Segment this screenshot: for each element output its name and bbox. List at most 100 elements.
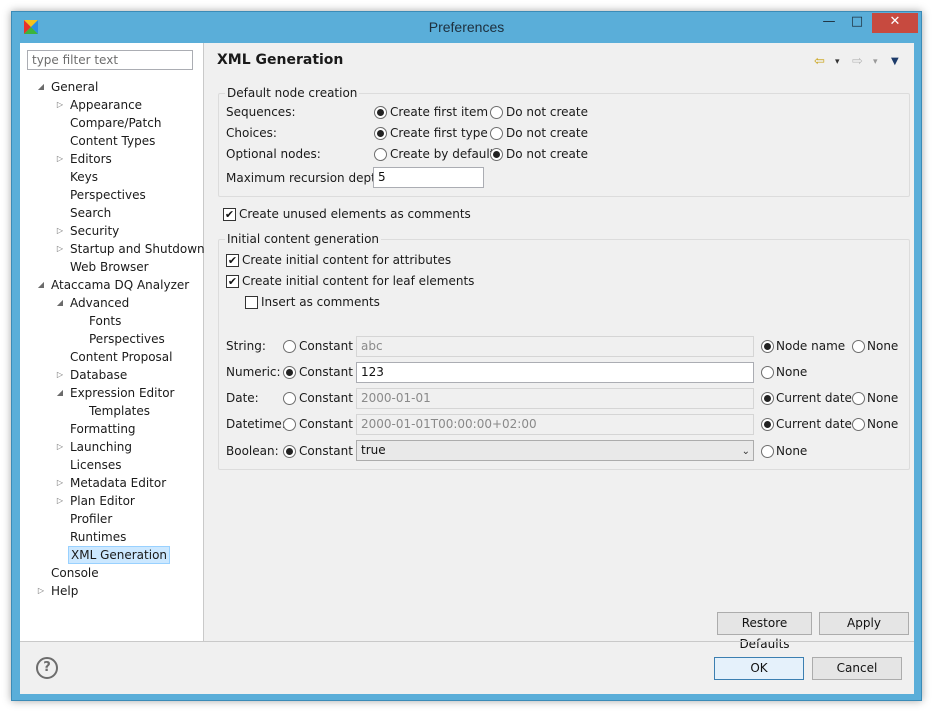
collapsed-arrow-icon[interactable]: ▷ bbox=[36, 582, 46, 600]
cancel-button[interactable]: Cancel bbox=[812, 657, 902, 680]
create-unused-comments-checkbox[interactable]: ✔ bbox=[223, 208, 236, 221]
boolean-value-combo[interactable]: true ⌄ bbox=[356, 440, 754, 461]
tree-item-content-proposal[interactable]: Content Proposal bbox=[20, 348, 204, 366]
date-none-label[interactable]: None bbox=[867, 390, 898, 406]
collapsed-arrow-icon[interactable]: ▷ bbox=[55, 222, 65, 240]
collapsed-arrow-icon[interactable]: ▷ bbox=[55, 492, 65, 510]
choices-do-not-create-radio[interactable] bbox=[490, 127, 503, 140]
tree-item-launching[interactable]: ▷ Launching bbox=[20, 438, 204, 456]
date-none-radio[interactable] bbox=[852, 392, 865, 405]
insert-as-comments-label[interactable]: Insert as comments bbox=[261, 294, 380, 310]
close-button[interactable]: ✕ bbox=[872, 13, 918, 33]
expanded-arrow-icon[interactable]: ◢ bbox=[55, 294, 65, 312]
tree-item-compare-patch[interactable]: Compare/Patch bbox=[20, 114, 204, 132]
tree-item-profiler[interactable]: Profiler bbox=[20, 510, 204, 528]
date-value-input[interactable]: 2000-01-01 bbox=[356, 388, 754, 409]
attributes-content-label[interactable]: Create initial content for attributes bbox=[242, 252, 451, 268]
tree-item-security[interactable]: ▷ Security bbox=[20, 222, 204, 240]
sequences-do-not-create-radio[interactable] bbox=[490, 106, 503, 119]
tree-item-metadata-editor[interactable]: ▷ Metadata Editor bbox=[20, 474, 204, 492]
expanded-arrow-icon[interactable]: ◢ bbox=[55, 384, 65, 402]
sequences-do-not-create-label[interactable]: Do not create bbox=[506, 104, 588, 120]
boolean-none-label[interactable]: None bbox=[776, 443, 807, 459]
insert-as-comments-checkbox[interactable] bbox=[245, 296, 258, 309]
title-bar[interactable]: Preferences — □ ✕ bbox=[12, 12, 921, 42]
tree-item-editors[interactable]: ▷ Editors bbox=[20, 150, 204, 168]
tree-item-fonts[interactable]: Fonts bbox=[20, 312, 204, 330]
datetime-value-input[interactable]: 2000-01-01T00:00:00+02:00 bbox=[356, 414, 754, 435]
tree-item-xml-generation[interactable]: XML Generation bbox=[20, 546, 204, 564]
tree-item-runtimes[interactable]: Runtimes bbox=[20, 528, 204, 546]
tree-item-general[interactable]: ◢ General bbox=[20, 78, 204, 96]
minimize-button[interactable]: — bbox=[816, 13, 842, 33]
tree-item-console[interactable]: Console bbox=[20, 564, 204, 582]
tree-item-content-types[interactable]: Content Types bbox=[20, 132, 204, 150]
tree-item-database[interactable]: ▷ Database bbox=[20, 366, 204, 384]
numeric-none-radio[interactable] bbox=[761, 366, 774, 379]
tree-item-licenses[interactable]: Licenses bbox=[20, 456, 204, 474]
optional-create-by-default-radio[interactable] bbox=[374, 148, 387, 161]
tree-item-perspectives[interactable]: Perspectives bbox=[20, 186, 204, 204]
date-current-date-radio[interactable] bbox=[761, 392, 774, 405]
restore-defaults-button[interactable]: Restore Defaults bbox=[717, 612, 812, 651]
datetime-none-radio[interactable] bbox=[852, 418, 865, 431]
datetime-current-date-label[interactable]: Current date bbox=[776, 416, 852, 432]
string-none-radio[interactable] bbox=[852, 340, 865, 353]
boolean-constant-radio[interactable] bbox=[283, 445, 296, 458]
sequences-create-first-item-radio[interactable] bbox=[374, 106, 387, 119]
collapsed-arrow-icon[interactable]: ▷ bbox=[55, 150, 65, 168]
collapsed-arrow-icon[interactable]: ▷ bbox=[55, 366, 65, 384]
date-constant-radio[interactable] bbox=[283, 392, 296, 405]
datetime-current-date-radio[interactable] bbox=[761, 418, 774, 431]
optional-do-not-create-radio[interactable] bbox=[490, 148, 503, 161]
filter-input[interactable]: type filter text bbox=[27, 50, 193, 70]
boolean-constant-label[interactable]: Constant bbox=[299, 443, 353, 459]
tree-item-advanced[interactable]: ◢ Advanced bbox=[20, 294, 204, 312]
tree-item-ataccama-dq-analyzer[interactable]: ◢ Ataccama DQ Analyzer bbox=[20, 276, 204, 294]
tree-item-appearance[interactable]: ▷ Appearance bbox=[20, 96, 204, 114]
numeric-none-label[interactable]: None bbox=[776, 364, 807, 380]
collapsed-arrow-icon[interactable]: ▷ bbox=[55, 438, 65, 456]
ok-button[interactable]: OK bbox=[714, 657, 804, 680]
date-current-date-label[interactable]: Current date bbox=[776, 390, 852, 406]
choices-create-first-type-label[interactable]: Create first type bbox=[390, 125, 488, 141]
help-icon[interactable]: ? bbox=[36, 657, 58, 679]
sequences-create-first-item-label[interactable]: Create first item bbox=[390, 104, 488, 120]
tree-item-startup-and-shutdown[interactable]: ▷ Startup and Shutdown bbox=[20, 240, 205, 258]
string-constant-radio[interactable] bbox=[283, 340, 296, 353]
forward-arrow-icon[interactable]: ⇨ bbox=[852, 54, 863, 69]
tree-item-web-browser[interactable]: Web Browser bbox=[20, 258, 204, 276]
optional-do-not-create-label[interactable]: Do not create bbox=[506, 146, 588, 162]
expanded-arrow-icon[interactable]: ◢ bbox=[36, 78, 46, 96]
tree-item-help[interactable]: ▷ Help bbox=[20, 582, 204, 600]
string-node-name-radio[interactable] bbox=[761, 340, 774, 353]
string-value-input[interactable]: abc bbox=[356, 336, 754, 357]
expanded-arrow-icon[interactable]: ◢ bbox=[36, 276, 46, 294]
leaf-content-checkbox[interactable]: ✔ bbox=[226, 275, 239, 288]
tree-item-formatting[interactable]: Formatting bbox=[20, 420, 204, 438]
apply-button[interactable]: Apply bbox=[819, 612, 909, 635]
collapsed-arrow-icon[interactable]: ▷ bbox=[55, 96, 65, 114]
leaf-content-label[interactable]: Create initial content for leaf elements bbox=[242, 273, 474, 289]
attributes-content-checkbox[interactable]: ✔ bbox=[226, 254, 239, 267]
create-unused-comments-label[interactable]: Create unused elements as comments bbox=[239, 206, 471, 222]
tree-item-expression-editor[interactable]: ◢ Expression Editor bbox=[20, 384, 204, 402]
date-constant-label[interactable]: Constant bbox=[299, 390, 353, 406]
forward-history-dropdown-icon[interactable]: ▾ bbox=[873, 57, 878, 67]
datetime-constant-label[interactable]: Constant bbox=[299, 416, 353, 432]
datetime-none-label[interactable]: None bbox=[867, 416, 898, 432]
collapsed-arrow-icon[interactable]: ▷ bbox=[55, 474, 65, 492]
numeric-constant-label[interactable]: Constant bbox=[299, 364, 353, 380]
numeric-value-input[interactable]: 123 bbox=[356, 362, 754, 383]
tree-item-templates[interactable]: Templates bbox=[20, 402, 204, 420]
maximize-button[interactable]: □ bbox=[844, 13, 870, 33]
tree-item-perspectives[interactable]: Perspectives bbox=[20, 330, 204, 348]
boolean-none-radio[interactable] bbox=[761, 445, 774, 458]
numeric-constant-radio[interactable] bbox=[283, 366, 296, 379]
collapsed-arrow-icon[interactable]: ▷ bbox=[55, 240, 65, 258]
datetime-constant-radio[interactable] bbox=[283, 418, 296, 431]
max-recursion-depth-input[interactable]: 5 bbox=[373, 167, 484, 188]
back-history-dropdown-icon[interactable]: ▾ bbox=[835, 57, 840, 67]
optional-create-by-default-label[interactable]: Create by default bbox=[390, 146, 494, 162]
string-node-name-label[interactable]: Node name bbox=[776, 338, 845, 354]
